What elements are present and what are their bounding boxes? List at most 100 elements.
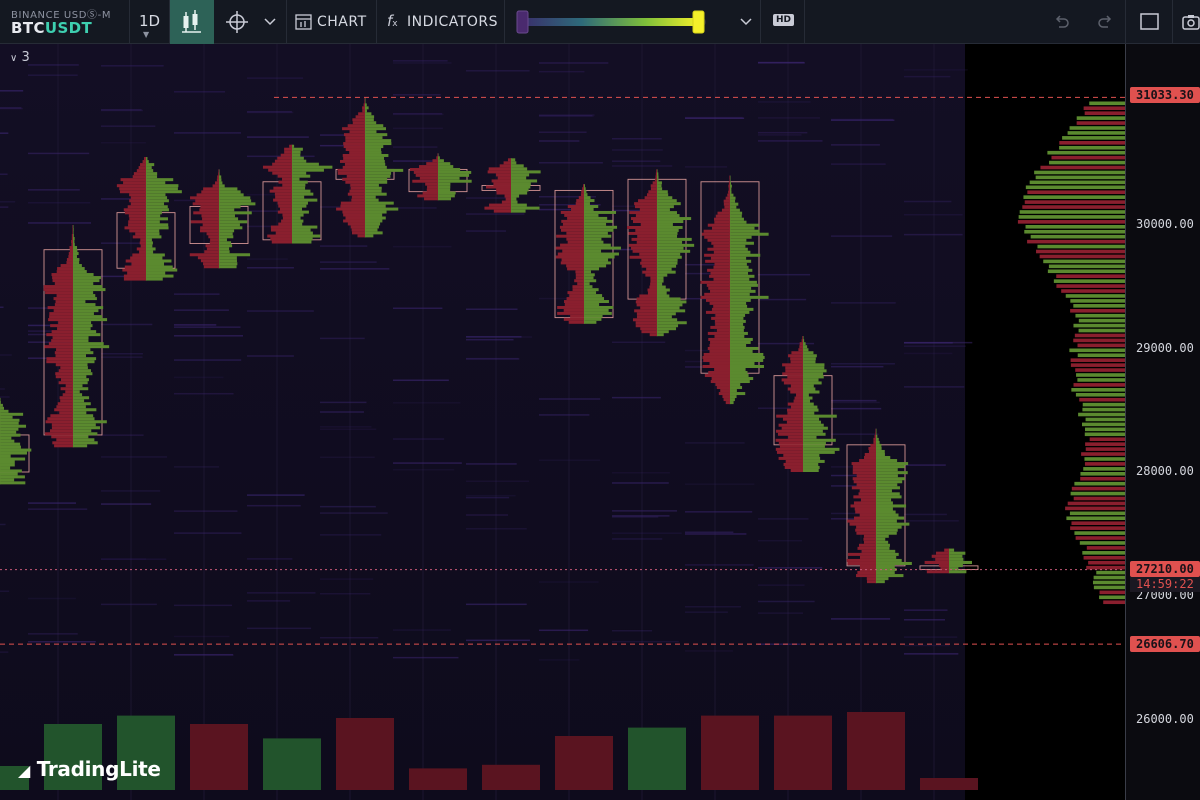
profile-sell-bar bbox=[782, 363, 803, 367]
profile-sell-bar bbox=[642, 270, 657, 274]
profile-sell-bar bbox=[710, 289, 730, 293]
profile-buy-bar bbox=[0, 415, 13, 419]
session-profile-bar bbox=[1079, 541, 1125, 545]
profile-sell-bar bbox=[790, 360, 803, 364]
heatmap-band bbox=[539, 659, 580, 661]
volume-bar bbox=[482, 764, 540, 790]
profile-sell-bar bbox=[855, 510, 876, 514]
profile-sell-bar bbox=[858, 543, 876, 547]
profile-buy-bar bbox=[0, 418, 20, 422]
profile-buy-bar bbox=[730, 328, 744, 332]
profile-sell-bar bbox=[270, 228, 292, 232]
profile-sell-bar bbox=[419, 165, 438, 169]
price-tick: 30000.00 bbox=[1136, 217, 1194, 231]
chart-button[interactable]: CHART bbox=[317, 14, 367, 30]
hd-toggle[interactable]: HD bbox=[773, 14, 795, 26]
redo-icon[interactable] bbox=[1096, 13, 1114, 31]
heatmap-band bbox=[101, 558, 167, 560]
profile-sell-bar bbox=[49, 315, 73, 319]
heatmap-band bbox=[831, 399, 877, 402]
pane-collapse-toggle[interactable]: ∨ 3 bbox=[10, 50, 30, 65]
profile-buy-bar bbox=[73, 315, 103, 319]
profile-sell-bar bbox=[140, 238, 146, 242]
chevron-down-icon[interactable] bbox=[263, 15, 277, 29]
profile-sell-bar bbox=[496, 191, 511, 195]
heatmap-band bbox=[247, 267, 294, 269]
profile-buy-bar bbox=[730, 220, 747, 224]
profile-buy-bar bbox=[584, 216, 608, 220]
profile-sell-bar bbox=[650, 184, 657, 188]
crosshair-icon[interactable] bbox=[224, 10, 250, 34]
profile-sell-bar bbox=[859, 489, 876, 493]
profile-buy-bar bbox=[876, 555, 897, 559]
profile-sell-bar bbox=[60, 399, 73, 403]
heatmap-band bbox=[685, 611, 728, 613]
profile-buy-bar bbox=[803, 375, 824, 379]
profile-sell-bar bbox=[53, 297, 73, 301]
profile-buy-bar bbox=[803, 336, 804, 340]
profile-sell-bar bbox=[282, 216, 292, 220]
profile-buy-bar bbox=[73, 423, 96, 427]
session-profile-bar bbox=[1059, 145, 1125, 150]
profile-sell-bar bbox=[493, 182, 511, 186]
session-profile-bar bbox=[1080, 476, 1125, 481]
profile-buy-bar bbox=[146, 232, 160, 236]
profile-sell-bar bbox=[269, 189, 292, 193]
profile-sell-bar bbox=[705, 298, 730, 302]
profile-sell-bar bbox=[637, 234, 657, 238]
symbol-selector[interactable]: BTCUSDT bbox=[11, 19, 92, 37]
profile-sell-bar bbox=[280, 153, 292, 157]
profile-sell-bar bbox=[116, 184, 146, 188]
heatmap-range-slider[interactable] bbox=[512, 8, 712, 36]
profile-buy-bar bbox=[146, 175, 158, 179]
profile-buy-bar bbox=[657, 225, 683, 229]
chart-type-button[interactable] bbox=[170, 0, 214, 44]
profile-sell-bar bbox=[856, 531, 876, 535]
profile-buy-bar bbox=[657, 208, 670, 212]
profile-buy-bar bbox=[73, 258, 80, 262]
profile-sell-bar bbox=[363, 103, 365, 107]
fullscreen-icon[interactable] bbox=[1140, 13, 1160, 31]
profile-sell-bar bbox=[59, 411, 73, 415]
profile-buy-bar bbox=[876, 534, 889, 538]
profile-sell-bar bbox=[57, 402, 73, 406]
profile-sell-bar bbox=[139, 250, 146, 254]
timeframe-button[interactable]: 1D bbox=[139, 12, 160, 30]
profile-buy-bar bbox=[73, 420, 107, 424]
undo-icon[interactable] bbox=[1053, 13, 1071, 31]
session-profile-bar bbox=[1103, 600, 1125, 605]
chevron-down-icon[interactable] bbox=[739, 15, 753, 29]
session-profile-bar bbox=[1078, 412, 1125, 417]
profile-sell-bar bbox=[123, 181, 146, 185]
profile-buy-bar bbox=[876, 471, 908, 475]
profile-sell-bar bbox=[209, 241, 219, 245]
session-profile-bar bbox=[1040, 165, 1125, 170]
profile-buy-bar bbox=[292, 177, 300, 181]
profile-sell-bar bbox=[46, 360, 73, 364]
brand-name: TradingLite bbox=[36, 757, 161, 781]
profile-sell-bar bbox=[860, 498, 876, 502]
profile-sell-bar bbox=[124, 226, 146, 230]
profile-sell-bar bbox=[340, 201, 365, 205]
chart-canvas[interactable] bbox=[0, 44, 1200, 800]
profile-sell-bar bbox=[567, 267, 584, 271]
profile-buy-bar bbox=[73, 444, 88, 448]
profile-buy-bar bbox=[657, 228, 679, 232]
session-profile-bar bbox=[1056, 274, 1125, 278]
heatmap-band bbox=[539, 62, 609, 64]
camera-icon[interactable] bbox=[1182, 13, 1200, 31]
profile-sell-bar bbox=[343, 213, 365, 217]
profile-buy-bar bbox=[803, 396, 813, 400]
profile-buy-bar bbox=[876, 543, 890, 547]
indicators-button[interactable]: INDICATORS bbox=[407, 14, 498, 30]
profile-sell-bar bbox=[426, 188, 438, 192]
profile-buy-bar bbox=[73, 261, 80, 265]
profile-buy-bar bbox=[584, 300, 609, 304]
heatmap-band bbox=[320, 245, 368, 247]
profile-buy-bar bbox=[73, 363, 88, 367]
session-profile-bar bbox=[1070, 526, 1125, 530]
profile-buy-bar bbox=[0, 475, 25, 479]
session-profile-bar bbox=[1049, 160, 1125, 165]
session-profile-bar bbox=[1059, 141, 1125, 145]
heatmap-band bbox=[466, 528, 527, 530]
